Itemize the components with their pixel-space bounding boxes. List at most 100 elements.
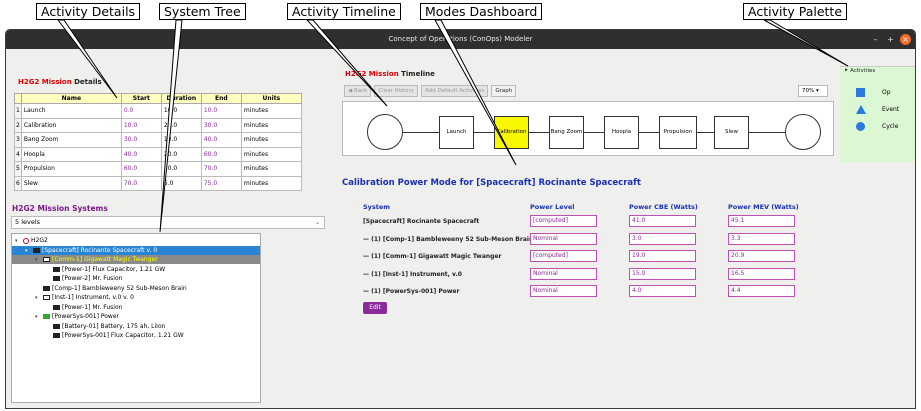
tree-node[interactable]: [Power-1] Mr. Fusion: [45, 303, 126, 312]
timeline-node-calibration[interactable]: Calibration: [494, 116, 529, 149]
cell-units[interactable]: minutes: [240, 132, 302, 148]
cell-duration[interactable]: 20.0: [160, 146, 202, 162]
timeline-node-launch[interactable]: Launch: [439, 116, 474, 149]
cell-start[interactable]: 0.0: [120, 103, 162, 119]
tree-node[interactable]: ▾ [Spacecraft] Rocinante Spacecraft v. 0: [12, 245, 260, 255]
cell-units[interactable]: minutes: [240, 103, 302, 119]
system-tree[interactable]: ▾ H2G2 ▾ [Spacecraft] Rocinante Spacecraft …: [11, 233, 261, 403]
cell-end[interactable]: 70.0: [200, 161, 242, 177]
table-row[interactable]: 6 Slew 70.0 5.0 75.0 minutes: [14, 175, 302, 191]
cell-start[interactable]: 40.0: [120, 146, 162, 162]
power-mev-field[interactable]: 20.9: [728, 250, 795, 262]
tree-node[interactable]: ▾ [Inst-1] Instrument, v.0 v. 0: [35, 293, 138, 302]
cell-duration[interactable]: 5.0: [160, 175, 202, 191]
timeline-node-hoopla[interactable]: Hoopla: [604, 116, 639, 149]
tree-node[interactable]: ▾ H2G2: [15, 236, 52, 245]
power-level-field[interactable]: Nominal: [530, 232, 597, 245]
row-number: 5: [14, 161, 22, 177]
power-level-field[interactable]: Nominal: [530, 285, 597, 297]
tree-node[interactable]: ▾ [PowerSys-001] Power: [35, 312, 123, 321]
window-title: Concept of Operations (ConOps) Modeler: [388, 35, 533, 43]
power-level-field[interactable]: [computed]: [530, 250, 597, 262]
cell-duration[interactable]: 10.0: [160, 103, 202, 119]
cell-name[interactable]: Calibration: [20, 117, 122, 133]
cell-name[interactable]: Launch: [20, 103, 122, 119]
graph-button[interactable]: Graph: [491, 85, 517, 97]
expand-toggle-icon[interactable]: ▾: [35, 256, 43, 265]
power-cbe-field[interactable]: 41.0: [629, 215, 696, 227]
circle-icon: [856, 122, 865, 131]
minimize-button[interactable]: –: [870, 34, 881, 45]
expand-toggle-icon[interactable]: ▾: [35, 313, 43, 322]
expand-toggle-icon[interactable]: ▾: [35, 294, 43, 303]
tree-node[interactable]: [Power-2] Mr. Fusion: [45, 274, 126, 283]
cell-start[interactable]: 30.0: [120, 132, 162, 148]
palette-item-event[interactable]: Event: [856, 105, 899, 114]
power-level-field[interactable]: Nominal: [530, 267, 597, 280]
tree-node[interactable]: [Comp-1] Bambleweeny 52 Sub-Meson Brain: [35, 284, 191, 293]
cell-duration[interactable]: 10.0: [160, 161, 202, 177]
table-row[interactable]: 1 Launch 0.0 10.0 10.0 minutes: [14, 103, 302, 119]
node-type-icon: [43, 257, 50, 262]
triangle-icon: [856, 105, 866, 114]
cell-name[interactable]: Slew: [20, 175, 122, 191]
edit-button[interactable]: Edit: [363, 302, 387, 314]
col-name: Name: [20, 93, 122, 104]
power-cbe-field[interactable]: 19.0: [629, 250, 696, 262]
levels-select[interactable]: 5 levels ⌄: [11, 216, 325, 229]
tree-node[interactable]: ▾ [Comm-1] Gigawatt Magic Twanger: [12, 255, 260, 264]
tree-node-label: [Comp-1] Bambleweeny 52 Sub-Meson Brain: [52, 284, 187, 292]
cell-name[interactable]: Bang Zoom: [20, 132, 122, 148]
zoom-select[interactable]: 70% ▾: [798, 85, 828, 97]
power-mev-field[interactable]: 4.4: [728, 285, 795, 297]
cell-name[interactable]: Hoopla: [20, 146, 122, 162]
cell-end[interactable]: 60.0: [200, 146, 242, 162]
modes-system-label: — (1) [Comm-1] Gigawatt Magic Twanger: [363, 253, 502, 260]
power-mev-field[interactable]: 16.5: [728, 267, 795, 280]
power-mev-field[interactable]: 3.3: [728, 232, 795, 245]
cell-end[interactable]: 75.0: [200, 175, 242, 191]
tree-node[interactable]: [PowerSys-001] Flux Capacitor, 1.21 GW: [45, 331, 188, 340]
power-mev-field[interactable]: 45.1: [728, 215, 795, 227]
node-type-icon: [33, 247, 40, 253]
table-row[interactable]: 2 Calibration 10.0 20.0 30.0 minutes: [14, 117, 302, 133]
palette-tab-activities[interactable]: ⯈ Activities: [840, 66, 875, 77]
cell-start[interactable]: 70.0: [120, 175, 162, 191]
power-level-field[interactable]: [computed]: [530, 215, 597, 227]
timeline-node-propulsion[interactable]: Propulsion: [659, 116, 697, 149]
clear-history-button[interactable]: Clear History: [374, 85, 419, 97]
cell-units[interactable]: minutes: [240, 117, 302, 133]
cell-duration[interactable]: 10.0: [160, 132, 202, 148]
cell-units[interactable]: minutes: [240, 175, 302, 191]
palette-item-cycle[interactable]: Cycle: [856, 122, 898, 131]
tree-node[interactable]: [Battery-01] Battery, 175 ah, LiIon: [45, 322, 169, 331]
modes-system-label: — (1) [PowerSys-001] Power: [363, 288, 460, 295]
power-cbe-field[interactable]: 15.0: [629, 267, 696, 280]
cell-units[interactable]: minutes: [240, 146, 302, 162]
activity-palette: [840, 66, 915, 162]
table-row[interactable]: 3 Bang Zoom 30.0 10.0 40.0 minutes: [14, 132, 302, 148]
callout-modes-dashboard: Modes Dashboard: [420, 3, 543, 20]
power-cbe-field[interactable]: 3.0: [629, 232, 696, 245]
cell-end[interactable]: 40.0: [200, 132, 242, 148]
col-start: Start: [120, 93, 162, 104]
cell-end[interactable]: 30.0: [200, 117, 242, 133]
maximize-button[interactable]: +: [885, 34, 896, 45]
palette-item-op[interactable]: Op: [856, 88, 891, 97]
add-default-activities-button[interactable]: Add Default Activities: [421, 85, 489, 97]
close-button[interactable]: ×: [900, 34, 911, 45]
table-row[interactable]: 5 Propulsion 60.0 10.0 70.0 minutes: [14, 161, 302, 177]
cell-duration[interactable]: 20.0: [160, 117, 202, 133]
back-button[interactable]: ◀ Back: [344, 85, 372, 97]
cell-name[interactable]: Propulsion: [20, 161, 122, 177]
timeline-node-bang-zoom[interactable]: Bang Zoom: [549, 116, 584, 149]
cell-start[interactable]: 60.0: [120, 161, 162, 177]
cell-end[interactable]: 10.0: [200, 103, 242, 119]
timeline-node-slew[interactable]: Slew: [714, 116, 749, 149]
cell-units[interactable]: minutes: [240, 161, 302, 177]
power-cbe-field[interactable]: 4.0: [629, 285, 696, 297]
tree-node[interactable]: [Power-1] Flux Capacitor, 1.21 GW: [45, 265, 169, 274]
systems-heading: H2G2 Mission Systems: [12, 204, 108, 213]
cell-start[interactable]: 10.0: [120, 117, 162, 133]
table-row[interactable]: 4 Hoopla 40.0 20.0 60.0 minutes: [14, 146, 302, 162]
